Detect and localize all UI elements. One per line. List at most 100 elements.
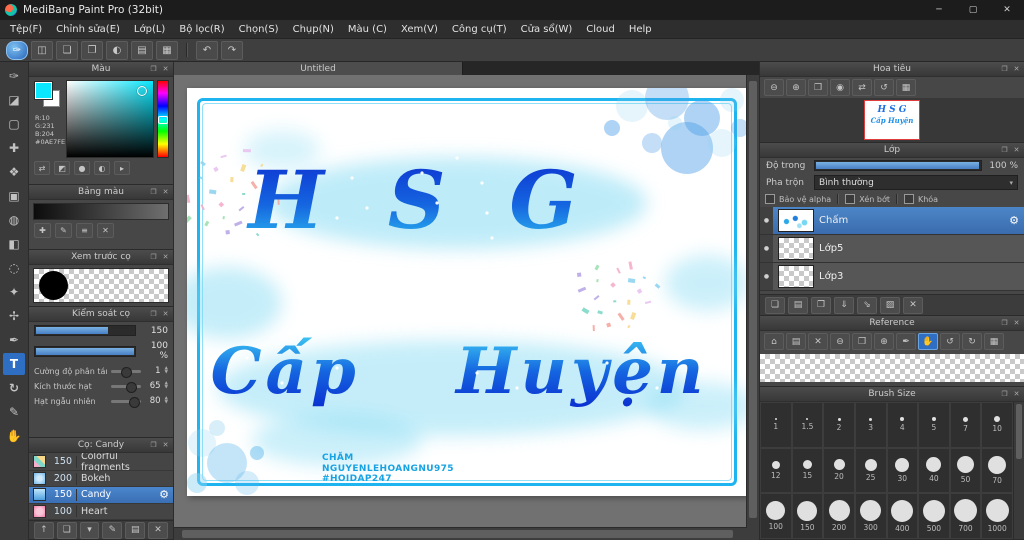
close-icon[interactable]: ✕ (1012, 389, 1021, 399)
brush-item-colorful-fragments[interactable]: 150 Colorful fragments (29, 451, 173, 473)
layer-visibility-icon[interactable]: ● (760, 207, 773, 234)
script-brush-tool[interactable]: ✎ (3, 401, 25, 423)
scatter-strength-slider[interactable] (110, 366, 141, 378)
menu-icon[interactable]: ≡ (76, 223, 93, 238)
brush-size-cell[interactable]: 20 (823, 447, 855, 494)
merge-down-icon[interactable]: ⇓ (834, 296, 854, 314)
rgb-dot-icon[interactable]: ◐ (94, 161, 110, 175)
horizontal-scroll-thumb[interactable] (182, 530, 733, 538)
popout-icon[interactable]: ❐ (149, 309, 158, 319)
ref-close-icon[interactable]: ✕ (808, 333, 828, 350)
brush-size-cell[interactable]: 1.5 (791, 402, 824, 448)
actual-size-icon[interactable]: ◉ (830, 79, 850, 96)
hsv-dot-icon[interactable]: ● (74, 161, 90, 175)
brush-size-cell[interactable]: 15 (791, 447, 824, 494)
brush-folder-icon[interactable]: ▤ (125, 521, 146, 539)
brush-size-cell[interactable]: 500 (918, 493, 950, 539)
brush-size-slider[interactable] (34, 325, 136, 336)
particle-size-knob[interactable] (126, 381, 138, 393)
ref-eyedropper-icon[interactable]: ✒ (896, 333, 916, 350)
edit-brush-icon[interactable]: ✎ (102, 521, 123, 539)
brush-size-cell[interactable]: 12 (760, 447, 792, 494)
delete-brush-icon[interactable]: ✕ (148, 521, 168, 539)
menu-item-chon[interactable]: Chọn(S) (232, 24, 286, 35)
brush-size-cell[interactable]: 7 (949, 402, 982, 448)
layout-grid-icon[interactable]: ▦ (156, 40, 178, 60)
eraser-tool[interactable]: ◪ (3, 89, 25, 111)
brush-size-cell[interactable]: 30 (886, 447, 919, 494)
zoom-in-icon[interactable]: ⊕ (786, 79, 806, 96)
ref-folder-icon[interactable]: ▤ (786, 333, 806, 350)
brush-size-cell[interactable]: 400 (886, 493, 919, 539)
transform-tool[interactable]: ❖ (3, 161, 25, 183)
menu-arrow-icon[interactable]: ▸ (114, 161, 130, 175)
brush-size-cell[interactable]: 100 (760, 493, 792, 539)
transfer-icon[interactable]: ⇘ (857, 296, 877, 314)
canvas-workspace[interactable]: H S G Cấp Huyện CHĂM NGUYENLEHOANGNU975 … (174, 75, 747, 528)
brush-size-scroll-thumb[interactable] (1016, 404, 1022, 459)
material-panel-icon[interactable]: ▤ (131, 40, 153, 60)
close-icon[interactable]: ✕ (1012, 145, 1021, 155)
new-brush-icon[interactable]: ❏ (56, 521, 77, 539)
text-tool[interactable]: T (3, 353, 25, 375)
reference-preview-area[interactable] (760, 354, 1024, 382)
canvas-page[interactable]: H S G Cấp Huyện CHĂM NGUYENLEHOANGNU975 … (187, 88, 747, 496)
popout-icon[interactable]: ❐ (1000, 389, 1009, 399)
menu-item-tep[interactable]: Tệp(F) (3, 24, 49, 35)
brush-size-cell[interactable]: 40 (918, 447, 950, 494)
popout-icon[interactable]: ❐ (1000, 64, 1009, 74)
color-window-icon[interactable]: ◐ (106, 40, 128, 60)
close-icon[interactable]: ✕ (161, 252, 170, 262)
hand-icon[interactable]: ✋ (918, 333, 938, 350)
flip-horizontal-icon[interactable]: ⇄ (852, 79, 872, 96)
duplicate-layer-icon[interactable]: ❐ (811, 296, 831, 314)
minimize-icon[interactable]: ─ (922, 0, 956, 20)
brush-select-icon[interactable]: ✑ (6, 40, 28, 60)
eyedropper-tool[interactable]: ✒ (3, 329, 25, 351)
menu-item-cloud[interactable]: Cloud (579, 24, 622, 35)
alpha-protect-checkbox[interactable] (765, 194, 775, 204)
brush-item-candy[interactable]: 150 Candy ⚙ (29, 487, 173, 504)
layer-settings-gear-icon[interactable]: ⚙ (1009, 214, 1019, 227)
canvas-tab[interactable]: Untitled (174, 62, 463, 75)
menu-item-chinh-sua[interactable]: Chỉnh sửa(E) (49, 24, 127, 35)
scatter-strength-knob[interactable] (121, 366, 133, 378)
rotate-canvas-tool[interactable]: ↻ (3, 377, 25, 399)
particle-random-slider[interactable] (110, 396, 141, 408)
menu-item-mau[interactable]: Màu (C) (341, 24, 394, 35)
menu-item-cong-cu[interactable]: Công cụ(T) (445, 24, 514, 35)
layer-visibility-icon[interactable]: ● (760, 263, 773, 290)
layer-row-cham[interactable]: ● Chấm ⚙ (760, 207, 1024, 235)
brush-size-cell[interactable]: 50 (949, 447, 982, 494)
ref-zoom-out-icon[interactable]: ⊖ (830, 333, 850, 350)
close-icon[interactable]: ✕ (161, 440, 170, 450)
close-icon[interactable]: ✕ (161, 187, 170, 197)
close-icon[interactable]: ✕ (1012, 318, 1021, 328)
bucket-tool[interactable]: ◍ (3, 209, 25, 231)
redo-icon[interactable]: ↷ (221, 40, 243, 60)
fill-layer-icon[interactable]: ▨ (880, 296, 900, 314)
lock-checkbox[interactable] (903, 194, 914, 204)
menu-item-bo-loc[interactable]: Bộ lọc(R) (172, 24, 231, 35)
palette-color-bar[interactable] (33, 203, 169, 220)
brush-size-cell[interactable]: 10 (981, 402, 1013, 448)
particle-random-knob[interactable] (129, 396, 141, 408)
maximize-icon[interactable]: ▢ (956, 0, 990, 20)
particle-size-stepper-icons[interactable]: ▲ ▼ (165, 381, 168, 390)
close-icon[interactable]: ✕ (161, 309, 170, 319)
new-folder-icon[interactable]: ▤ (788, 296, 808, 314)
particle-random-stepper-icons[interactable]: ▲ ▼ (165, 396, 168, 405)
hue-cursor[interactable] (158, 115, 168, 124)
menu-item-lop[interactable]: Lớp(L) (127, 24, 172, 35)
delete-layer-icon[interactable]: ✕ (903, 296, 923, 314)
layer-row-lop5[interactable]: ● Lớp5 (760, 235, 1024, 263)
ref-fit-icon[interactable]: ❒ (852, 333, 872, 350)
brush-size-cell[interactable]: 200 (823, 493, 855, 539)
add-color-icon[interactable]: ✚ (34, 223, 51, 238)
navigator-thumbnail[interactable]: H S G Cấp Huyện (864, 100, 920, 140)
popout-icon[interactable]: ❐ (1000, 318, 1009, 328)
hue-slider[interactable] (157, 80, 169, 158)
popout-icon[interactable]: ❐ (149, 64, 158, 74)
canvas-vertical-scrollbar[interactable] (746, 75, 759, 528)
new-brush-menu-icon[interactable]: ▾ (79, 521, 100, 539)
